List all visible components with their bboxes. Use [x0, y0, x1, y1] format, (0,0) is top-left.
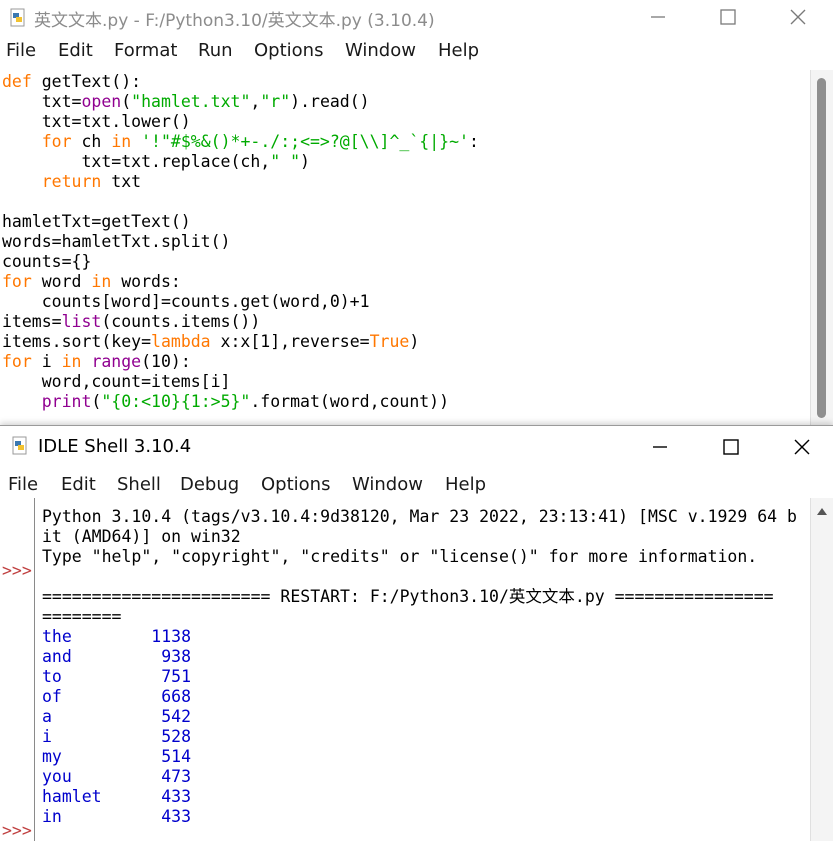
code-line: txt=open("hamlet.txt","r").read() [2, 92, 370, 111]
output-row: and 938 [42, 647, 192, 666]
menu-format[interactable]: Format [114, 40, 177, 61]
banner-line: it (AMD64)] on win32 [42, 527, 241, 546]
code-line: hamletTxt=getText() [2, 212, 191, 231]
shell-prompt: >>> [2, 561, 32, 580]
shell-menubar: File Edit Shell Debug Options Window Hel… [0, 470, 833, 504]
output-row: the 1138 [42, 627, 192, 646]
code-line: ​ [2, 192, 479, 212]
code-line: counts={} [2, 252, 92, 271]
menu-help[interactable]: Help [438, 40, 479, 61]
prompt-gutter: >>> >>> [0, 498, 35, 841]
code-line: word,count=items[i] [2, 372, 231, 391]
menu-debug[interactable]: Debug [180, 474, 239, 495]
editor-menubar: File Edit Format Run Options Window Help [0, 36, 833, 70]
shell-titlebar[interactable]: IDLE Shell 3.10.4 [0, 426, 833, 460]
python-file-icon [12, 436, 27, 455]
menu-window[interactable]: Window [352, 474, 423, 495]
close-icon[interactable] [782, 432, 822, 462]
editor-title: 英文文本.py - F:/Python3.10/英文文本.py (3.10.4) [34, 11, 435, 31]
code-line: for i in range(10): [2, 352, 191, 371]
shell-title: IDLE Shell 3.10.4 [38, 436, 192, 457]
code-line: print("{0:<10}{1:>5}".format(word,count)… [41, 392, 450, 411]
shell-output-area[interactable]: Python 3.10.4 (tags/v3.10.4:9d38120, Mar… [42, 507, 797, 827]
output-row: i 528 [42, 727, 192, 746]
menu-edit[interactable]: Edit [58, 40, 93, 61]
shell-window: IDLE Shell 3.10.4 File Edit Shell Debug … [0, 425, 833, 841]
code-line: txt=txt.lower() [2, 112, 191, 131]
editor-code-area[interactable]: def getText(): txt=open("hamlet.txt","r"… [2, 72, 479, 412]
code-line: txt=txt.replace(ch," ") [2, 152, 310, 171]
output-row: hamlet 433 [42, 787, 192, 806]
menu-options[interactable]: Options [254, 40, 323, 61]
code-line: items=list(counts.items()) [2, 312, 261, 331]
banner-line: Type "help", "copyright", "credits" or "… [42, 547, 758, 566]
menu-file[interactable]: File [8, 474, 38, 495]
code-line: return txt [41, 172, 142, 191]
restart-line: ======== [42, 607, 122, 626]
output-row: a 542 [42, 707, 192, 726]
menu-options[interactable]: Options [261, 474, 330, 495]
maximize-icon[interactable] [708, 2, 748, 32]
python-file-icon [10, 8, 25, 27]
code-line: def getText(): [2, 72, 142, 91]
editor-window: 英文文本.py - F:/Python3.10/英文文本.py (3.10.4)… [0, 0, 833, 425]
close-icon[interactable] [778, 2, 818, 32]
code-line: counts[word]=counts.get(word,0)+1 [2, 292, 370, 311]
editor-scrollbar[interactable] [810, 70, 833, 425]
scroll-up-icon[interactable] [817, 508, 827, 515]
menu-edit[interactable]: Edit [61, 474, 96, 495]
minimize-icon[interactable] [640, 432, 680, 462]
menu-help[interactable]: Help [445, 474, 486, 495]
output-row: you 473 [42, 767, 192, 786]
menu-file[interactable]: File [6, 40, 36, 61]
menu-shell[interactable]: Shell [117, 474, 161, 495]
restart-line: ======================= RESTART: F:/Pyth… [42, 587, 774, 606]
menu-run[interactable]: Run [198, 40, 233, 61]
output-row: to 751 [42, 667, 192, 686]
output-row: of 668 [42, 687, 192, 706]
banner-line: Python 3.10.4 (tags/v3.10.4:9d38120, Mar… [42, 507, 797, 526]
minimize-icon[interactable] [638, 2, 678, 32]
code-line: items.sort(key=lambda x:x[1],reverse=Tru… [2, 332, 420, 351]
shell-scrollbar[interactable] [810, 498, 833, 841]
shell-prompt: >>> [2, 821, 32, 840]
code-line: for word in words: [2, 272, 181, 291]
editor-titlebar[interactable]: 英文文本.py - F:/Python3.10/英文文本.py (3.10.4) [0, 0, 833, 34]
output-row: my 514 [42, 747, 192, 766]
maximize-icon[interactable] [711, 432, 751, 462]
menu-window[interactable]: Window [345, 40, 416, 61]
editor-scroll-thumb[interactable] [817, 78, 826, 418]
code-line: words=hamletTxt.split() [2, 232, 231, 251]
code-line: for ch in '!"#$%&()*+-./:;<=>?@[\\]^_`{|… [41, 132, 479, 151]
output-row: in 433 [42, 807, 192, 826]
